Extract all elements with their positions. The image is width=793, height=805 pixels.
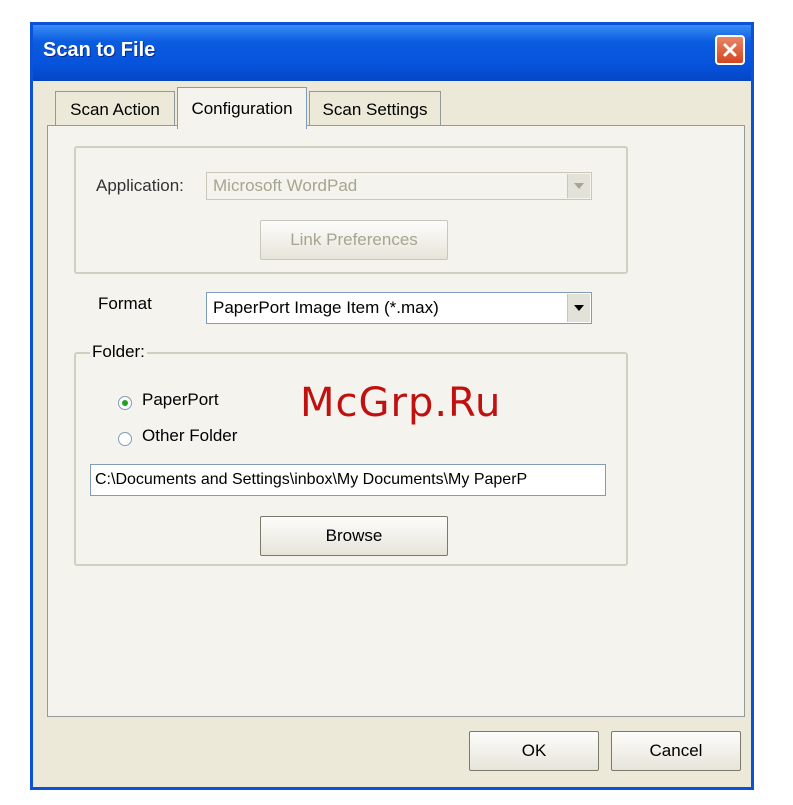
window-title: Scan to File [43, 39, 156, 61]
close-button[interactable] [715, 35, 745, 65]
cancel-button[interactable]: Cancel [611, 731, 741, 771]
folder-path-input[interactable]: C:\Documents and Settings\inbox\My Docum… [90, 464, 606, 496]
radio-other-folder[interactable] [118, 432, 132, 446]
application-value: Microsoft WordPad [213, 176, 358, 195]
radio-paperport[interactable] [118, 396, 132, 410]
chevron-down-icon[interactable] [567, 174, 590, 198]
application-group: Application: Microsoft WordPad Link Pref… [74, 146, 628, 274]
application-select[interactable]: Microsoft WordPad [206, 172, 592, 200]
format-label: Format [98, 294, 152, 313]
application-label: Application: [96, 176, 184, 195]
other-folder-option-label[interactable]: Other Folder [142, 426, 237, 446]
paperport-option-label[interactable]: PaperPort [142, 390, 219, 410]
ok-button[interactable]: OK [469, 731, 599, 771]
folder-label: Folder: [90, 342, 147, 362]
watermark-text: McGrp.Ru [300, 380, 502, 426]
tab-scan-settings[interactable]: Scan Settings [309, 91, 441, 127]
radio-icon [122, 400, 128, 406]
tab-configuration[interactable]: Configuration [177, 87, 307, 129]
format-select[interactable]: PaperPort Image Item (*.max) [206, 292, 592, 324]
format-value: PaperPort Image Item (*.max) [213, 298, 439, 317]
link-preferences-button[interactable]: Link Preferences [260, 220, 448, 260]
title-bar[interactable]: Scan to File [33, 25, 751, 81]
tab-scan-action[interactable]: Scan Action [55, 91, 175, 127]
chevron-down-icon[interactable] [567, 294, 590, 322]
browse-button[interactable]: Browse [260, 516, 448, 556]
close-icon [723, 43, 737, 57]
